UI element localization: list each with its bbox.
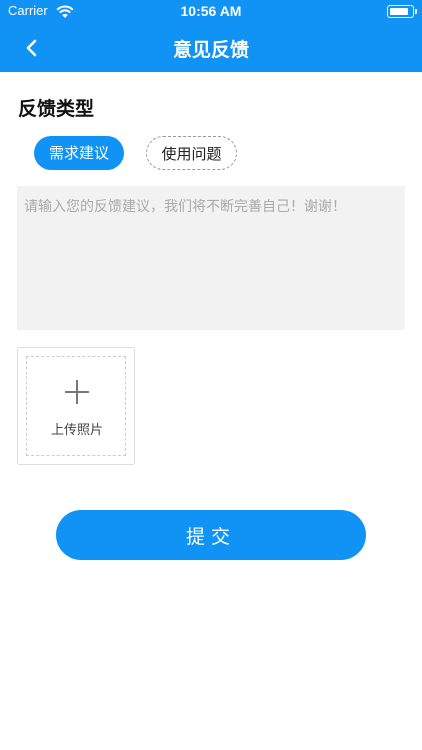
- status-time: 10:56 AM: [180, 3, 242, 19]
- feedback-type-heading: 反馈类型: [18, 98, 95, 120]
- type-chip-requirement[interactable]: 需求建议: [34, 136, 124, 170]
- submit-button[interactable]: 提交: [56, 510, 366, 560]
- type-chip-usage-issue[interactable]: 使用问题: [146, 136, 237, 170]
- battery-level: [390, 8, 408, 15]
- upload-dropzone: 上传照片: [26, 356, 126, 456]
- upload-photo-label: 上传照片: [50, 423, 103, 438]
- page-title: 意见反馈: [172, 39, 249, 61]
- header: Carrier 10:56 AM 意见反馈: [0, 0, 422, 72]
- battery-icon: [387, 5, 417, 18]
- upload-photo-button[interactable]: 上传照片: [17, 347, 135, 465]
- plus-icon: [65, 380, 89, 404]
- status-bar: Carrier 10:56 AM: [0, 0, 422, 24]
- navigation-bar: 意见反馈: [0, 24, 422, 72]
- feedback-textarea[interactable]: [17, 186, 405, 330]
